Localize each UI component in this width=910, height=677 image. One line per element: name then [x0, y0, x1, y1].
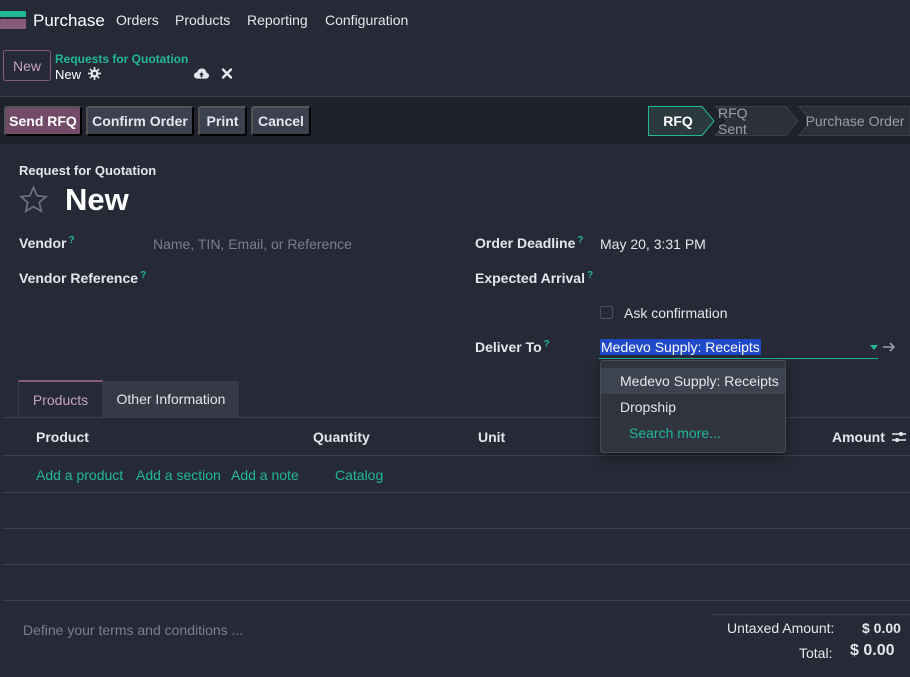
print-button[interactable]: Print: [198, 106, 247, 136]
column-settings-icon[interactable]: [892, 431, 906, 443]
star-icon[interactable]: [18, 185, 49, 215]
deliver-to-input[interactable]: Medevo Supply: Receipts: [599, 337, 878, 359]
breadcrumb-current: New: [55, 67, 82, 82]
ask-confirmation-label: Ask confirmation: [624, 305, 728, 321]
tab-products-label: Products: [32, 392, 89, 408]
order-deadline-label: Order Deadline?: [475, 235, 584, 251]
new-button[interactable]: New: [3, 50, 51, 81]
total-value: $ 0.00: [850, 642, 895, 659]
tab-other-information-label: Other Information: [116, 391, 226, 407]
terms-input[interactable]: Define your terms and conditions ...: [23, 622, 243, 638]
caret-down-icon[interactable]: [870, 345, 878, 350]
stage-purchase-order[interactable]: Purchase Order: [802, 106, 908, 136]
row-divider: [3, 492, 910, 493]
app-name[interactable]: Purchase: [33, 11, 105, 31]
deliver-to-value: Medevo Supply: Receipts: [600, 339, 761, 355]
col-unit[interactable]: Unit: [478, 429, 505, 445]
untaxed-amount-value: $ 0.00: [862, 620, 901, 636]
tab-products[interactable]: Products: [18, 380, 103, 417]
deliver-to-dropdown: Medevo Supply: Receipts Dropship Search …: [600, 360, 786, 453]
ask-confirmation-checkbox[interactable]: [600, 306, 613, 319]
nav-reporting[interactable]: Reporting: [247, 12, 308, 28]
search-more-link[interactable]: Search more...: [601, 420, 785, 446]
totals-divider: [711, 614, 910, 615]
send-rfq-button[interactable]: Send RFQ: [4, 106, 82, 136]
arrow-right-icon[interactable]: [883, 341, 896, 353]
purchase-app-icon[interactable]: [0, 11, 26, 31]
vendor-label: Vendor?: [19, 235, 75, 251]
untaxed-amount-label: Untaxed Amount:: [727, 620, 835, 636]
control-panel: New Requests for Quotation New: [0, 42, 910, 97]
top-navbar: Purchase Orders Products Reporting Confi…: [0, 0, 910, 42]
stage-rfq-sent[interactable]: RFQ Sent: [718, 105, 780, 137]
status-bar: Send RFQ Confirm Order Print Cancel RFQ …: [0, 97, 910, 144]
help-icon[interactable]: ?: [140, 270, 146, 281]
add-section-link[interactable]: Add a section: [136, 467, 221, 483]
close-icon[interactable]: [221, 67, 233, 80]
order-deadline-value[interactable]: May 20, 3:31 PM: [600, 236, 706, 252]
breadcrumb-parent[interactable]: Requests for Quotation: [55, 52, 188, 66]
deliver-to-label: Deliver To?: [475, 339, 550, 355]
tab-other-information[interactable]: Other Information: [103, 381, 239, 417]
row-divider: [3, 564, 910, 565]
vendor-reference-label: Vendor Reference?: [19, 270, 147, 286]
gear-icon[interactable]: [88, 67, 101, 80]
total-label: Total:: [799, 645, 833, 661]
help-icon[interactable]: ?: [544, 339, 550, 350]
help-icon[interactable]: ?: [587, 270, 593, 281]
col-quantity[interactable]: Quantity: [313, 429, 370, 445]
form-subtitle: Request for Quotation: [19, 163, 157, 178]
col-product[interactable]: Product: [36, 429, 89, 445]
nav-orders[interactable]: Orders: [116, 12, 159, 28]
cloud-upload-icon[interactable]: [194, 67, 209, 80]
help-icon[interactable]: ?: [68, 235, 74, 246]
row-divider: [3, 600, 910, 601]
nav-configuration[interactable]: Configuration: [325, 12, 408, 28]
row-divider: [3, 528, 910, 529]
col-amount[interactable]: Amount: [832, 429, 885, 445]
expected-arrival-label: Expected Arrival?: [475, 270, 594, 286]
stage-rfq[interactable]: RFQ: [650, 106, 706, 136]
catalog-link[interactable]: Catalog: [335, 467, 383, 483]
cancel-button[interactable]: Cancel: [251, 106, 311, 136]
vendor-input[interactable]: Name, TIN, Email, or Reference: [153, 236, 352, 252]
nav-products[interactable]: Products: [175, 12, 230, 28]
help-icon[interactable]: ?: [577, 235, 583, 246]
confirm-order-button[interactable]: Confirm Order: [86, 106, 194, 136]
record-title: New: [65, 182, 129, 217]
add-note-link[interactable]: Add a note: [231, 467, 299, 483]
dropdown-option[interactable]: Dropship: [601, 394, 785, 420]
add-product-link[interactable]: Add a product: [36, 467, 123, 483]
dropdown-option[interactable]: Medevo Supply: Receipts: [601, 368, 785, 394]
